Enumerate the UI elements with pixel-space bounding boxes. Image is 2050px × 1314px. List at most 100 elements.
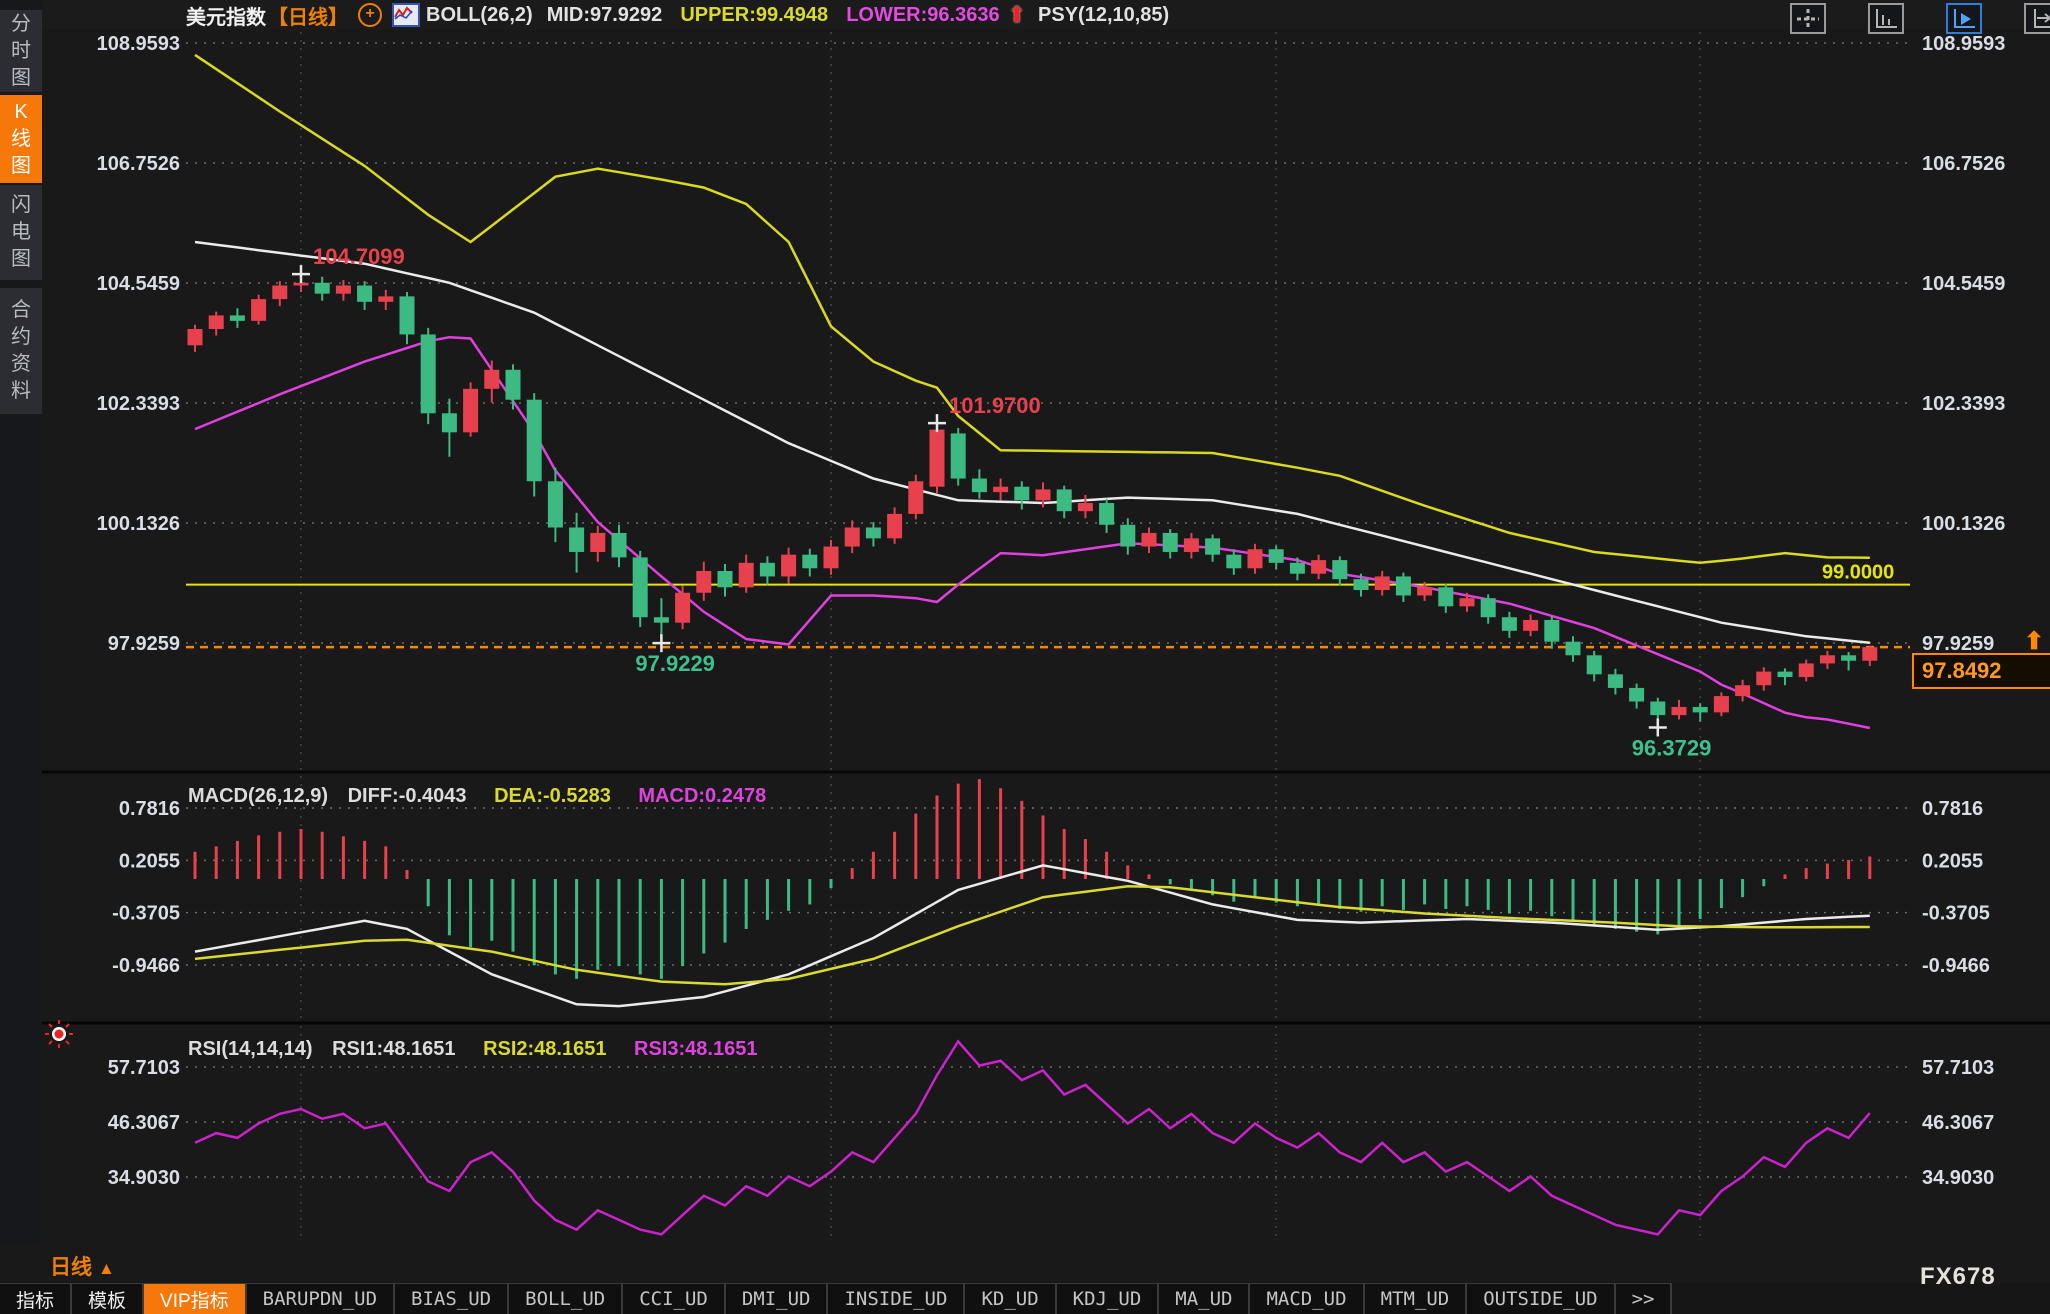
circled-plus-icon[interactable]: + — [358, 3, 382, 27]
rsi-tick-label: 46.3067 — [1922, 1112, 1994, 1134]
candle-body — [421, 334, 436, 413]
indicator-tab-kdud[interactable]: KD_UD — [965, 1283, 1056, 1314]
macd-value: MACD:0.2478 — [638, 785, 766, 807]
candle-body — [675, 593, 690, 623]
period-tag: 【日线】 — [268, 1, 348, 30]
rsi-tick-label: 34.9030 — [1922, 1167, 1994, 1189]
sidebar-tab-4[interactable]: 合约资料 — [0, 288, 42, 414]
symbol-title: 美元指数 — [186, 1, 266, 30]
rsi-pane-header: RSI(14,14,14) RSI1:48.1651 RSI2:48.1651 … — [188, 1038, 757, 1061]
price-tick-label: 100.1326 — [97, 513, 180, 535]
candle-body — [527, 400, 542, 482]
candle-body — [760, 563, 775, 577]
indicator-tab-maud[interactable]: MA_UD — [1159, 1283, 1250, 1314]
triangle-up-icon: ▲ — [98, 1259, 115, 1278]
price-tick-label: 100.1326 — [1922, 513, 2005, 535]
macd-tick-label: -0.3705 — [112, 903, 180, 925]
indicator-tab-biasud[interactable]: BIAS_UD — [395, 1283, 509, 1314]
candle-body — [1481, 598, 1496, 617]
indicator-tab->>[interactable]: >> — [1616, 1283, 1673, 1314]
candle-body — [739, 563, 754, 587]
candle-body — [1523, 620, 1538, 631]
sidebar-tab-2[interactable]: K线图 — [0, 95, 42, 183]
rsi-tick-label: 57.7103 — [108, 1057, 180, 1079]
candle-body — [272, 286, 287, 300]
rsi-tick-label: 46.3067 — [108, 1112, 180, 1134]
candle-body — [1099, 503, 1114, 525]
candle-body — [1057, 489, 1072, 511]
candle-body — [1778, 672, 1793, 677]
indicator-tab-dmiud[interactable]: DMI_UD — [726, 1283, 829, 1314]
alert-line-label: 99.0000 — [1822, 562, 1894, 584]
candle-body — [1120, 525, 1135, 547]
rsi-tick-label: 34.9030 — [108, 1167, 180, 1189]
mini-chart-icon[interactable] — [392, 3, 420, 27]
indicator-tab-vip[interactable]: VIP指标 — [144, 1283, 247, 1314]
price-tick-label: 97.9259 — [108, 633, 180, 655]
indicator-tab-insideud[interactable]: INSIDE_UD — [828, 1283, 965, 1314]
candle-body — [1566, 642, 1581, 656]
price-tick-label: 97.9259 — [1922, 633, 1994, 655]
candle-body — [1799, 663, 1814, 677]
candle-body — [1332, 560, 1347, 579]
hot-indicator-icon[interactable] — [44, 1019, 74, 1054]
indicator-tab-barupdnud[interactable]: BARUPDN_UD — [247, 1283, 395, 1314]
candle-body — [633, 557, 648, 617]
candle-body — [1375, 576, 1390, 590]
period-selector[interactable]: 日线▲ — [50, 1251, 115, 1281]
price-tick-label: 108.9593 — [97, 33, 180, 55]
macd-diff-line — [195, 865, 1870, 1006]
indicator-tab-bollud[interactable]: BOLL_UD — [509, 1283, 623, 1314]
high-price-label: 104.7099 — [313, 244, 405, 269]
price-tick-label: 104.5459 — [97, 273, 180, 295]
macd-dea-value: DEA:-0.5283 — [494, 785, 611, 807]
candle-body — [400, 296, 415, 334]
candle-body — [802, 555, 817, 569]
high-price-label: 101.9700 — [949, 393, 1041, 418]
candle-body — [1396, 576, 1411, 595]
boll-mid-line — [195, 242, 1870, 643]
candle-body — [612, 533, 627, 557]
candle-body — [1502, 617, 1517, 631]
boll-params-label: BOLL(26,2) — [426, 4, 533, 27]
indicator-tab-outsideud[interactable]: OUTSIDE_UD — [1467, 1283, 1615, 1314]
candle-body — [294, 283, 309, 286]
price-tick-label: 104.5459 — [1922, 273, 2005, 295]
price-tick-label: 108.9593 — [1922, 33, 2005, 55]
macd-pane-header: MACD(26,12,9) DIFF:-0.4043 DEA:-0.5283 M… — [188, 785, 766, 808]
candle-body — [357, 286, 372, 302]
rsi-tick-label: 57.7103 — [1922, 1057, 1994, 1079]
indicator-tab-[interactable]: 模板 — [72, 1283, 144, 1314]
brand-watermark: FX678 — [1920, 1263, 1996, 1291]
macd-tick-label: 0.7816 — [119, 798, 180, 820]
candle-body — [1354, 579, 1369, 590]
indicator-tab-bar: 指标模板VIP指标BARUPDN_UDBIAS_UDBOLL_UDCCI_UDD… — [0, 1283, 2050, 1314]
candle-body — [1756, 672, 1771, 686]
candle-body — [1163, 533, 1178, 552]
indicator-tab-mtmud[interactable]: MTM_UD — [1365, 1283, 1468, 1314]
sidebar-tab-1[interactable]: 分时图 — [0, 10, 42, 92]
macd-diff-value: DIFF:-0.4043 — [348, 785, 467, 807]
candle-body — [1629, 688, 1644, 702]
macd-tick-label: 0.2055 — [119, 850, 180, 872]
candle-body — [824, 547, 839, 569]
chart-canvas[interactable]: 2025/042025/052025/062025/0799.0000104.7… — [42, 30, 2050, 1245]
candle-body — [209, 315, 224, 329]
indicator-tab-cciud[interactable]: CCI_UD — [623, 1283, 726, 1314]
indicator-tab-[interactable]: 指标 — [0, 1283, 72, 1314]
candle-body — [781, 555, 796, 577]
sidebar-tab-3[interactable]: 闪电图 — [0, 185, 42, 280]
candle-body — [1650, 702, 1665, 716]
candle-body — [484, 370, 499, 389]
candle-body — [378, 296, 393, 301]
chart-app: 美元指数 【日线】 + BOLL(26,2) MID:97.9292 UPPER… — [0, 0, 2050, 1314]
top-bar: 美元指数 【日线】 + BOLL(26,2) MID:97.9292 UPPER… — [0, 0, 2050, 30]
indicator-tab-macdud[interactable]: MACD_UD — [1250, 1283, 1364, 1314]
price-tick-label: 102.3393 — [1922, 393, 2005, 415]
macd-title: MACD(26,12,9) — [188, 785, 328, 807]
indicator-tab-kdjud[interactable]: KDJ_UD — [1057, 1283, 1160, 1314]
candle-body — [590, 533, 605, 552]
price-tick-label: 106.7526 — [1922, 153, 2005, 175]
candle-body — [866, 527, 881, 538]
candle-body — [1036, 489, 1051, 500]
